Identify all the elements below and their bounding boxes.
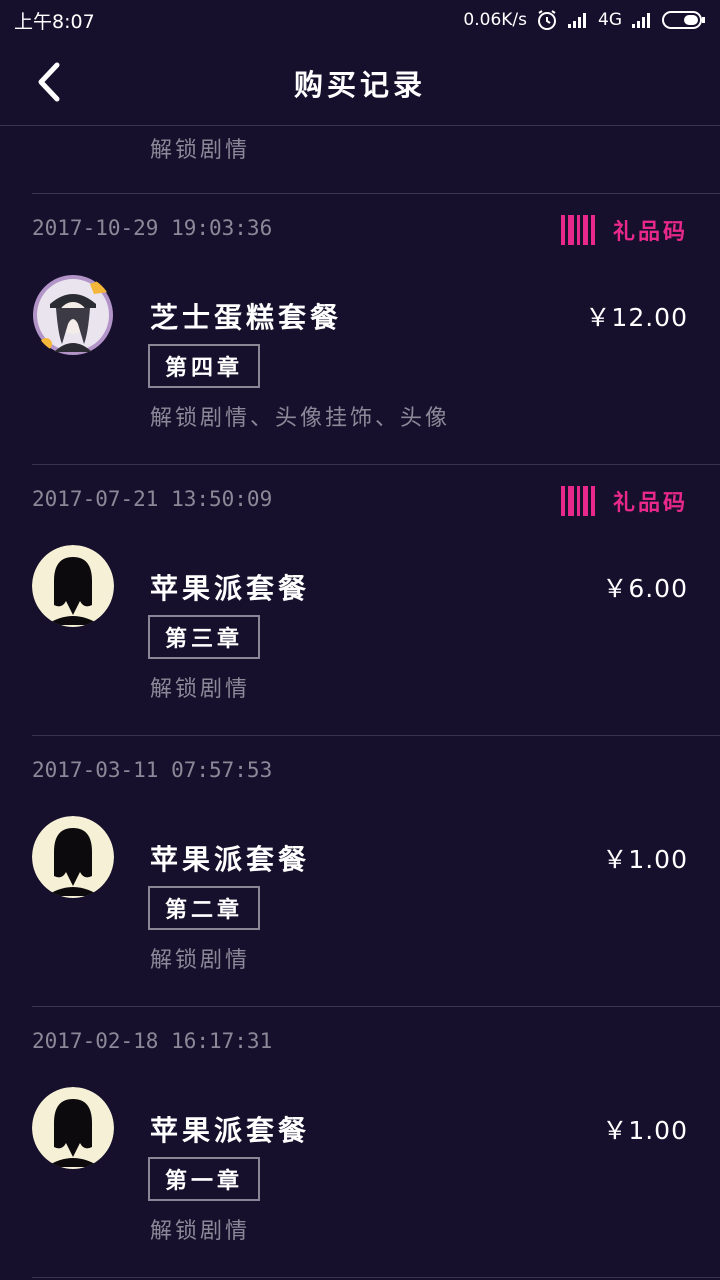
item-price: ￥1.00	[602, 845, 688, 874]
gift-code-button[interactable]: 礼品码	[560, 214, 688, 246]
item-name: 苹果派套餐	[150, 1114, 311, 1147]
silhouette-avatar-icon	[32, 816, 114, 898]
girl-cap-avatar-icon	[32, 274, 114, 356]
record-time: 2017-02-18 16:17:31	[32, 1029, 273, 1053]
battery-icon	[662, 10, 706, 30]
status-icons: 0.06K/s 4G	[463, 9, 706, 31]
record-time: 2017-10-29 19:03:36	[32, 216, 273, 240]
item-price: ￥12.00	[585, 303, 688, 332]
item-desc: 解锁剧情	[150, 948, 251, 973]
item-name: 苹果派套餐	[150, 843, 311, 876]
alarm-icon	[536, 9, 558, 31]
partial-record-desc: 解锁剧情	[150, 138, 251, 163]
status-time: 上午8:07	[14, 10, 95, 33]
gift-code-label: 礼品码	[612, 219, 688, 245]
chevron-left-icon	[38, 62, 60, 102]
silhouette-avatar-icon	[32, 1087, 114, 1169]
item-desc: 解锁剧情	[150, 677, 251, 702]
gift-code-button[interactable]: 礼品码	[560, 485, 688, 517]
chapter-badge: 第二章	[148, 886, 260, 930]
purchase-record[interactable]: 2017-02-18 16:17:31 苹果派套餐 ￥1.00 第一章 解锁剧情	[0, 1007, 720, 1278]
item-desc: 解锁剧情	[150, 1219, 251, 1244]
app-header: 购买记录	[0, 40, 720, 126]
barcode-icon	[560, 215, 595, 245]
back-button[interactable]	[26, 60, 70, 104]
status-bar: 上午8:07 0.06K/s 4G	[0, 0, 720, 40]
divider	[32, 1277, 720, 1278]
item-name: 芝士蛋糕套餐	[150, 301, 343, 334]
chapter-badge: 第一章	[148, 1157, 260, 1201]
gift-code-label: 礼品码	[612, 490, 688, 516]
network-speed: 0.06K/s	[463, 10, 527, 30]
chapter-badge: 第三章	[148, 615, 260, 659]
purchase-record[interactable]: 2017-07-21 13:50:09 礼品码 苹果派套餐 ￥6.00 第三章 …	[0, 465, 720, 736]
network-type: 4G	[598, 10, 622, 30]
item-price: ￥6.00	[602, 574, 688, 603]
page-title: 购买记录	[293, 67, 426, 102]
record-time: 2017-03-11 07:57:53	[32, 758, 273, 782]
item-name: 苹果派套餐	[150, 572, 311, 605]
chapter-badge: 第四章	[148, 344, 260, 388]
silhouette-avatar-icon	[32, 545, 114, 627]
barcode-icon	[560, 486, 595, 516]
signal-icon-2	[631, 11, 653, 29]
item-desc: 解锁剧情、头像挂饰、头像	[150, 406, 451, 431]
signal-icon	[567, 11, 589, 29]
purchase-record[interactable]: 2017-03-11 07:57:53 苹果派套餐 ￥1.00 第二章 解锁剧情	[0, 736, 720, 1007]
purchase-record[interactable]: 2017-10-29 19:03:36 礼品码 芝士蛋糕套餐 ￥12.00 第四…	[0, 194, 720, 465]
record-time: 2017-07-21 13:50:09	[32, 487, 273, 511]
item-price: ￥1.00	[602, 1116, 688, 1145]
